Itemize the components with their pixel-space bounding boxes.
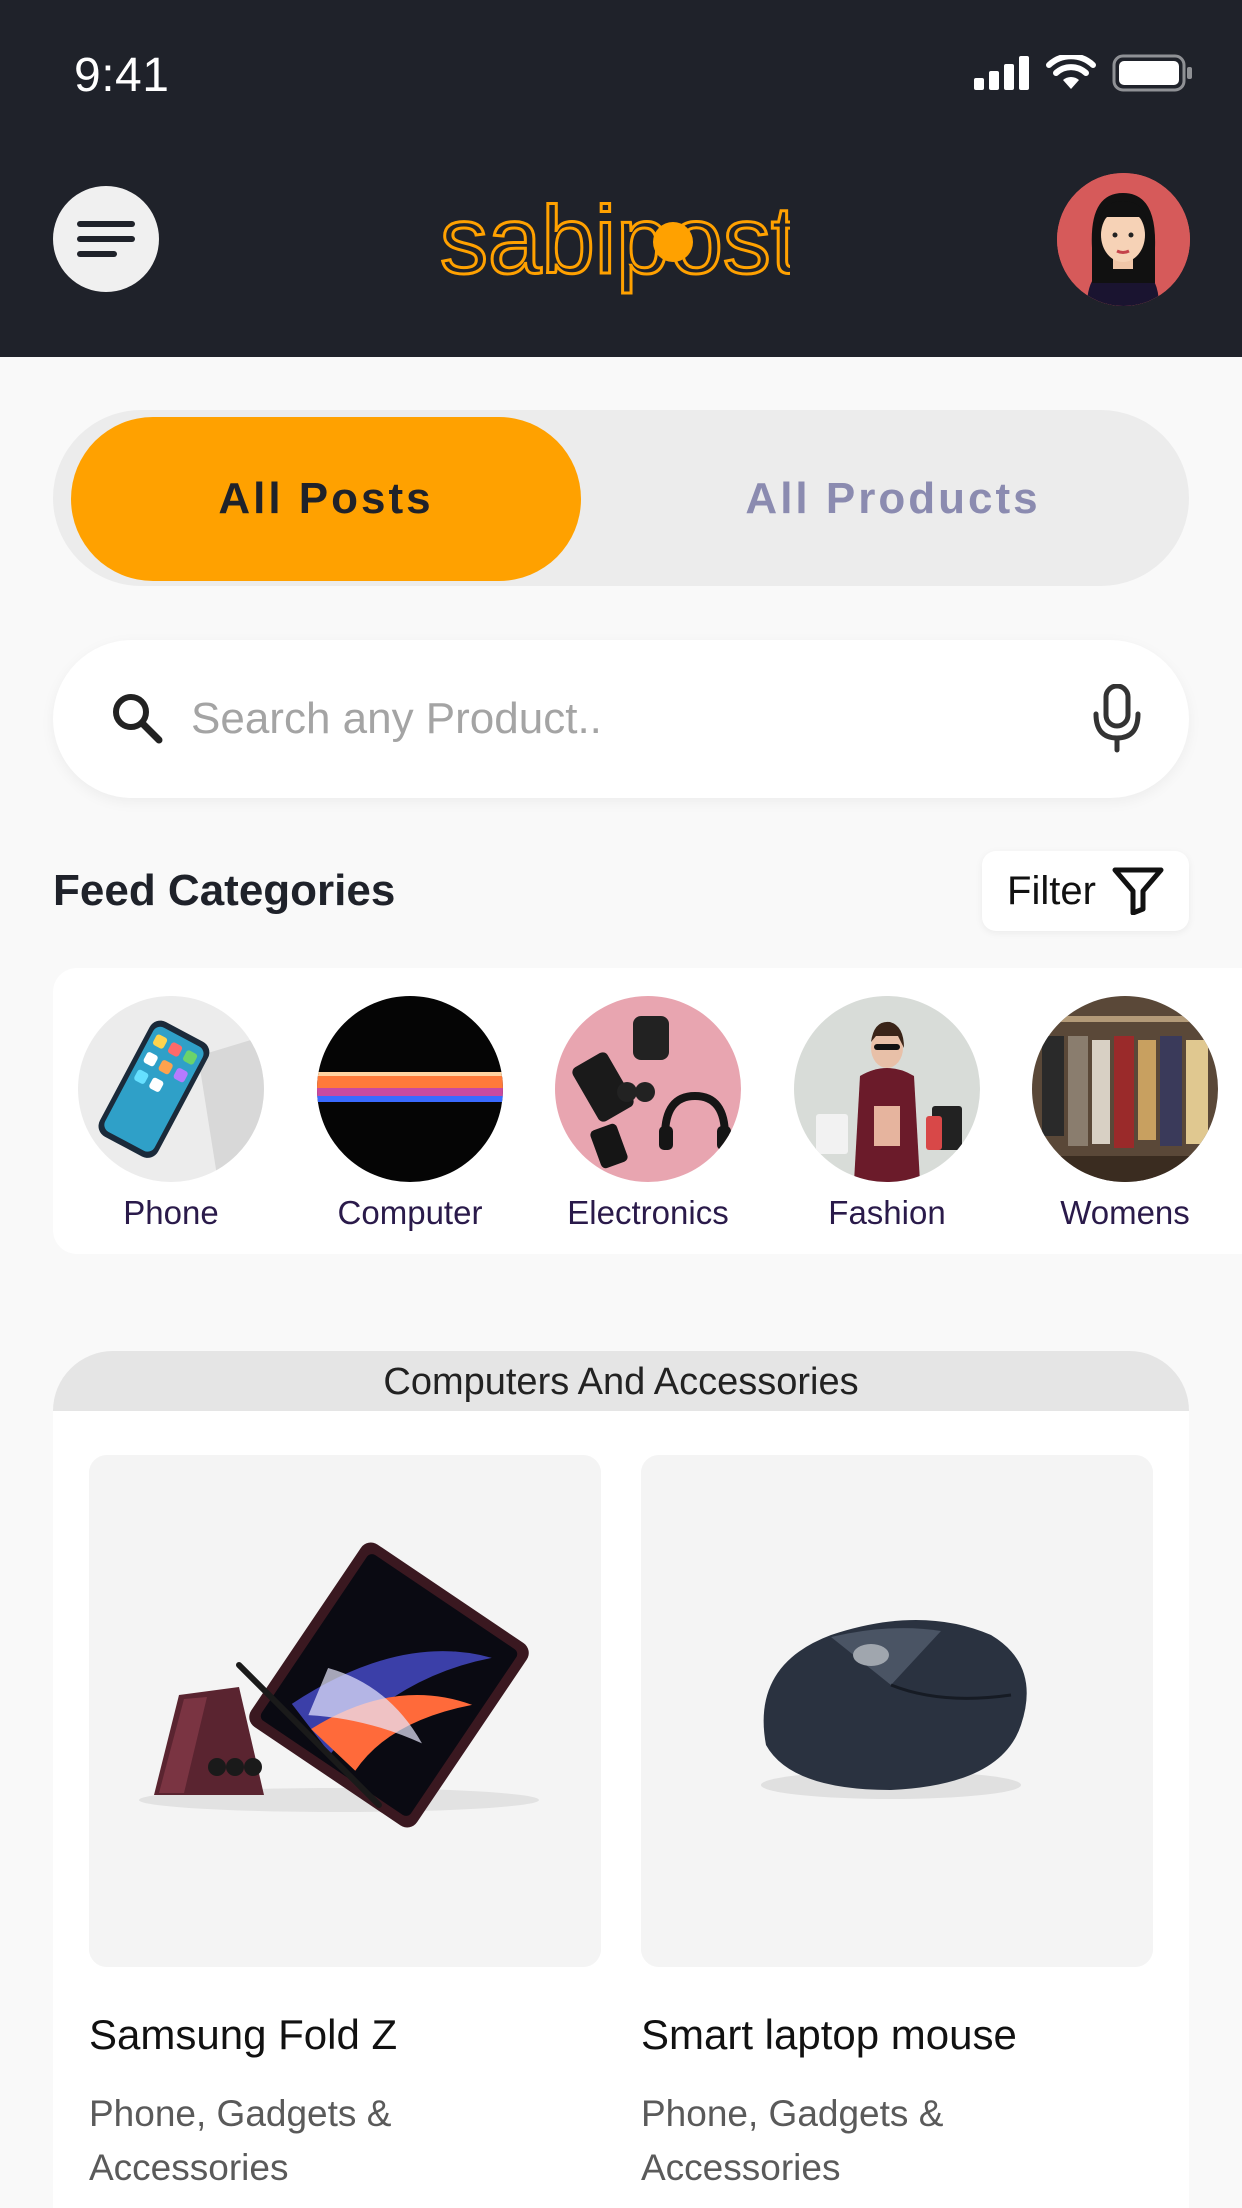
feed-categories-title: Feed Categories (53, 866, 396, 915)
tab-all-products[interactable]: All Products (633, 417, 1153, 581)
menu-icon-line (77, 251, 117, 257)
category-strip: Phone Computer Electronics Fashion Women… (53, 968, 1242, 1254)
search-icon (113, 694, 163, 744)
wifi-icon (1046, 55, 1096, 89)
category-computer-image (317, 996, 503, 1182)
status-icons (974, 54, 1194, 92)
battery-icon (1112, 54, 1192, 92)
category-label: Phone (123, 1194, 219, 1231)
logo-text: sabipost (440, 187, 790, 294)
product-image-laptop-mouse (641, 1455, 1153, 1967)
menu-button[interactable] (53, 186, 159, 292)
category-label: Electronics (567, 1194, 729, 1231)
product-image-samsung-fold (89, 1455, 601, 1967)
product-group: Samsung Fold Z Phone, Gadgets & Accessor… (53, 1411, 1189, 2208)
search-bar (53, 640, 1189, 798)
category-womens[interactable]: Womens (1025, 996, 1225, 1232)
category-womens-image (1032, 996, 1218, 1182)
product-category: Phone, Gadgets & Accessories (89, 2093, 392, 2188)
product-name: Smart laptop mouse (641, 2011, 1017, 2058)
category-fashion[interactable]: Fashion (787, 996, 987, 1232)
avatar-illustration (1057, 173, 1190, 306)
product-card[interactable]: Smart laptop mouse Phone, Gadgets & Acce… (641, 1455, 1153, 2195)
category-phone[interactable]: Phone (71, 996, 271, 1232)
app-header: 9:41 sabipost (0, 0, 1242, 357)
category-electronics-image (555, 996, 741, 1182)
category-phone-image (78, 996, 264, 1182)
filter-icon (1112, 867, 1164, 915)
product-category: Phone, Gadgets & Accessories (641, 2093, 944, 2188)
microphone-icon[interactable] (1091, 684, 1143, 754)
signal-icon (974, 56, 1029, 90)
post-type-tabs: All Posts All Products (53, 410, 1189, 586)
category-computer[interactable]: Computer (310, 996, 510, 1232)
product-group-title: Computers And Accessories (53, 1351, 1189, 1411)
menu-icon-line (77, 236, 135, 242)
category-label: Computer (337, 1194, 483, 1231)
filter-button[interactable]: Filter (982, 851, 1189, 931)
category-label: Womens (1060, 1194, 1190, 1231)
user-avatar[interactable] (1057, 173, 1190, 306)
menu-icon-line (77, 221, 135, 227)
sabipost-logo: sabipost (439, 186, 791, 296)
category-label: Fashion (828, 1194, 946, 1231)
category-fashion-image (794, 996, 980, 1182)
category-electronics[interactable]: Electronics (548, 996, 748, 1232)
product-name: Samsung Fold Z (89, 2011, 398, 2058)
product-card[interactable]: Samsung Fold Z Phone, Gadgets & Accessor… (89, 1455, 601, 2195)
search-input[interactable] (191, 640, 1071, 798)
filter-label: Filter (1007, 868, 1096, 913)
status-time: 9:41 (74, 49, 170, 102)
tab-all-posts[interactable]: All Posts (71, 417, 581, 581)
